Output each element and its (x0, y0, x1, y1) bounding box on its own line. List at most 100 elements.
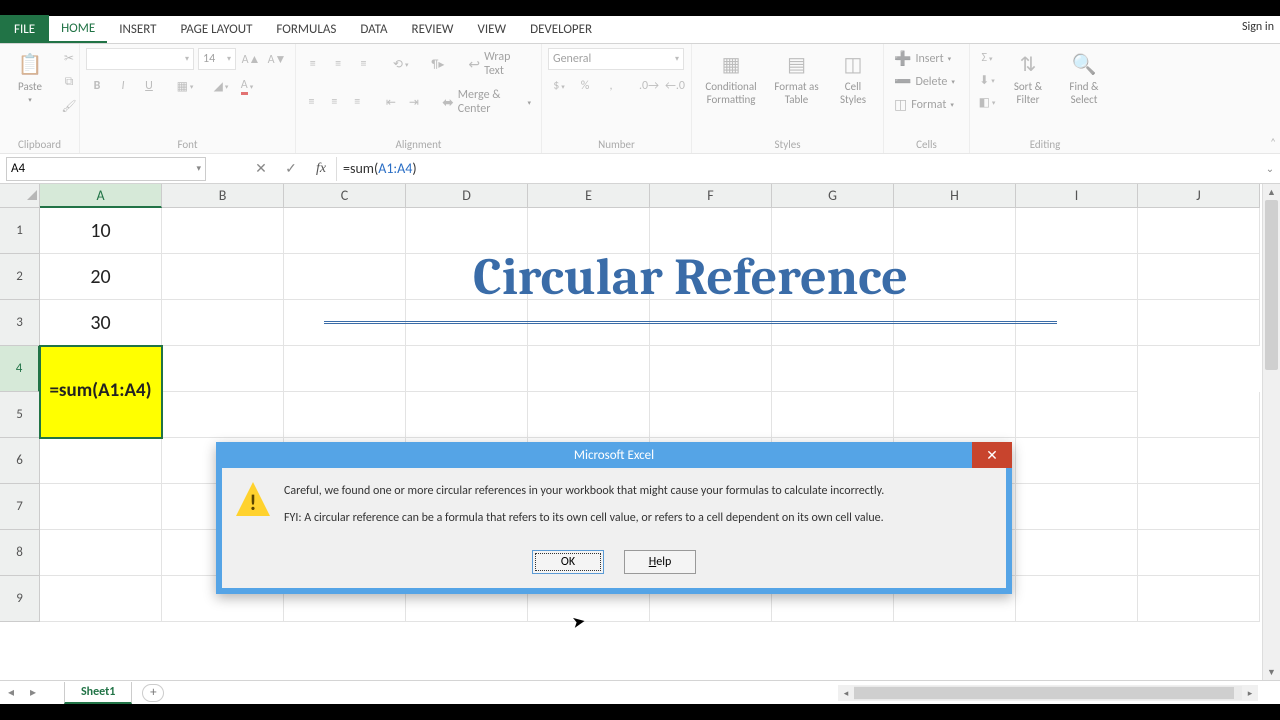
cell-J4[interactable] (1016, 346, 1138, 392)
format-painter-button[interactable]: 🖌 (58, 96, 80, 116)
autosum-button[interactable]: Σ (976, 48, 998, 68)
sheet-nav-next[interactable]: ▸ (22, 685, 44, 700)
collapse-ribbon-button[interactable]: ˄ (1270, 136, 1276, 149)
row-header-6[interactable]: 6 (0, 438, 40, 484)
cell-D1[interactable] (406, 208, 528, 254)
cell-styles-button[interactable]: ◫Cell Styles (829, 48, 877, 108)
align-right-button[interactable]: ≡ (348, 92, 367, 112)
cell-I9[interactable] (1016, 576, 1138, 622)
cell-E1[interactable] (528, 208, 650, 254)
new-sheet-button[interactable]: + (142, 684, 164, 702)
column-header-C[interactable]: C (284, 184, 406, 208)
sheet-nav-prev[interactable]: ◂ (0, 685, 22, 700)
row-header-9[interactable]: 9 (0, 576, 40, 622)
cell-A8[interactable] (40, 530, 162, 576)
row-header-2[interactable]: 2 (0, 254, 40, 300)
cell-F1[interactable] (650, 208, 772, 254)
cell-A4[interactable]: =sum(A1:A4) (40, 346, 162, 438)
cell-G1[interactable] (772, 208, 894, 254)
row-header-3[interactable]: 3 (0, 300, 40, 346)
increase-indent-button[interactable]: ⇥ (404, 92, 423, 112)
cell-J3[interactable] (1138, 300, 1260, 346)
bold-button[interactable]: B (86, 76, 108, 96)
expand-formula-bar-button[interactable]: ⌄ (1260, 162, 1280, 175)
cell-C1[interactable] (284, 208, 406, 254)
column-header-H[interactable]: H (894, 184, 1016, 208)
column-header-J[interactable]: J (1138, 184, 1260, 208)
paste-button[interactable]: 📋 Paste ▾ (6, 48, 54, 106)
tab-page-layout[interactable]: PAGE LAYOUT (169, 15, 265, 43)
enter-formula-button[interactable]: ✓ (276, 157, 306, 181)
tab-view[interactable]: VIEW (466, 15, 519, 43)
cell-J7[interactable] (1138, 484, 1260, 530)
column-header-A[interactable]: A (40, 184, 162, 208)
underline-button[interactable]: U (138, 76, 160, 96)
cell-D3[interactable] (406, 300, 528, 346)
cell-E3[interactable] (528, 300, 650, 346)
cell-C4[interactable] (162, 346, 284, 392)
align-middle-button[interactable]: ≡ (327, 54, 348, 74)
font-name-combo[interactable] (86, 48, 194, 70)
cell-A3[interactable]: 30 (40, 300, 162, 346)
cell-G4[interactable] (650, 346, 772, 392)
cell-F3[interactable] (650, 300, 772, 346)
sheet-tab-sheet1[interactable]: Sheet1 (64, 682, 132, 704)
cell-B5[interactable] (162, 392, 284, 438)
hscroll-left-button[interactable]: ◂ (838, 688, 854, 699)
cell-C5[interactable] (284, 392, 406, 438)
ltr-button[interactable]: ¶▸ (427, 54, 448, 74)
cell-B3[interactable] (162, 300, 284, 346)
cell-F2[interactable] (650, 254, 772, 300)
vertical-scrollbar[interactable]: ▲ ▼ (1262, 184, 1280, 680)
cell-A6[interactable] (40, 438, 162, 484)
scroll-up-button[interactable]: ▲ (1263, 184, 1280, 200)
fill-button[interactable]: ⬇ (976, 70, 998, 90)
worksheet-grid[interactable]: ABCDEFGHIJ 123456789 Circular Reference … (0, 184, 1280, 680)
cell-J9[interactable] (1138, 576, 1260, 622)
name-box[interactable]: A4 (6, 157, 206, 181)
column-header-I[interactable]: I (1016, 184, 1138, 208)
cell-J8[interactable] (1138, 530, 1260, 576)
cell-I5[interactable] (1016, 392, 1138, 438)
dialog-close-button[interactable]: ✕ (972, 442, 1012, 468)
cell-A2[interactable]: 20 (40, 254, 162, 300)
increase-font-button[interactable]: A▲ (240, 49, 262, 69)
cell-G3[interactable] (772, 300, 894, 346)
row-header-5[interactable]: 5 (0, 392, 40, 438)
cell-E2[interactable] (528, 254, 650, 300)
cell-F4[interactable] (528, 346, 650, 392)
hscroll-thumb[interactable] (854, 687, 1234, 699)
font-color-button[interactable]: A (236, 76, 258, 96)
find-select-button[interactable]: 🔍Find & Select (1058, 48, 1110, 108)
cell-J2[interactable] (1138, 254, 1260, 300)
comma-button[interactable]: , (600, 76, 622, 96)
formula-input[interactable]: =sum(A1:A4) (336, 157, 1260, 181)
cell-I3[interactable] (1016, 300, 1138, 346)
decrease-indent-button[interactable]: ⇤ (381, 92, 400, 112)
align-left-button[interactable]: ≡ (302, 92, 321, 112)
increase-decimal-button[interactable]: .0→ (638, 76, 660, 96)
font-size-combo[interactable]: 14 (198, 48, 236, 70)
conditional-formatting-button[interactable]: ▦Conditional Formatting (698, 48, 764, 108)
border-button[interactable]: ▦ (174, 76, 196, 96)
sort-filter-button[interactable]: ⇅Sort & Filter (1002, 48, 1054, 108)
cell-D5[interactable] (406, 392, 528, 438)
cell-B2[interactable] (162, 254, 284, 300)
cell-G2[interactable] (772, 254, 894, 300)
dialog-help-button[interactable]: Help (624, 550, 696, 574)
cell-H5[interactable] (894, 392, 1016, 438)
horizontal-scrollbar[interactable]: ◂ ▸ (838, 685, 1258, 701)
tab-file[interactable]: FILE (0, 15, 49, 43)
copy-button[interactable]: ⧉ (58, 72, 80, 92)
scroll-down-button[interactable]: ▼ (1263, 664, 1280, 680)
percent-button[interactable]: % (574, 76, 596, 96)
tab-data[interactable]: DATA (348, 15, 399, 43)
row-header-1[interactable]: 1 (0, 208, 40, 254)
orientation-button[interactable]: ⟲ (390, 54, 411, 74)
clear-button[interactable]: ◧ (976, 92, 998, 112)
tab-developer[interactable]: DEVELOPER (518, 15, 604, 43)
insert-function-button[interactable]: fx (306, 157, 336, 181)
decrease-decimal-button[interactable]: ←.0 (664, 76, 686, 96)
align-bottom-button[interactable]: ≡ (353, 54, 374, 74)
column-header-F[interactable]: F (650, 184, 772, 208)
